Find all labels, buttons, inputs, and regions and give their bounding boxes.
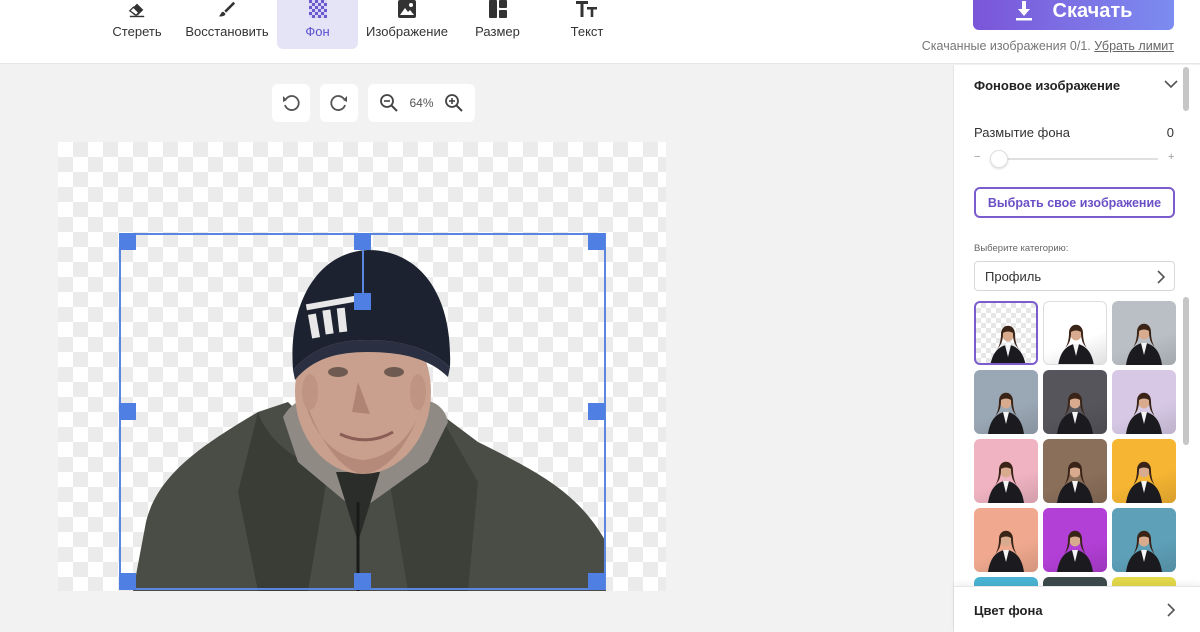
tool-restore[interactable]: Восстановить [184, 0, 270, 49]
layout-icon [488, 0, 507, 18]
tool-label: Текст [570, 24, 604, 39]
person-silhouette [1126, 461, 1162, 503]
background-thumbnail[interactable] [974, 301, 1038, 365]
blur-label: Размытие фона [974, 125, 1070, 140]
resize-handle-bottom-left[interactable] [119, 573, 136, 590]
bg-color-title: Цвет фона [974, 603, 1043, 618]
background-thumbnail[interactable] [1112, 439, 1176, 503]
resize-handle-right[interactable] [588, 403, 605, 420]
blur-value: 0 [1166, 125, 1174, 140]
category-value: Профиль [985, 268, 1042, 284]
background-thumbnail[interactable] [1043, 577, 1107, 586]
zoom-in-icon[interactable] [444, 93, 464, 113]
chevron-down-icon[interactable] [1164, 79, 1178, 89]
background-thumbnail[interactable] [1112, 577, 1176, 586]
top-toolbar: Стереть Восстановить Фон Изображение Раз… [0, 0, 1200, 64]
tool-size[interactable]: Размер [470, 0, 525, 49]
zoom-level: 64% [409, 96, 434, 110]
background-thumbnail[interactable] [974, 577, 1038, 586]
choose-own-image-button[interactable]: Выбрать свое изображение [974, 187, 1175, 218]
undo-button[interactable] [272, 84, 310, 122]
background-thumbnail[interactable] [1043, 301, 1107, 365]
person-silhouette [988, 392, 1024, 434]
chevron-right-icon [1167, 603, 1176, 617]
tool-label: Размер [475, 24, 520, 39]
person-silhouette [1057, 530, 1093, 572]
bg-image-section-title[interactable]: Фоновое изображение [974, 78, 1120, 93]
resize-handle-top-left[interactable] [119, 233, 136, 250]
slider-track[interactable] [990, 158, 1158, 160]
chevron-right-icon [1157, 270, 1166, 284]
resize-handle-top[interactable] [354, 233, 371, 250]
tool-label: Фон [305, 24, 330, 39]
tool-erase[interactable]: Стереть [108, 0, 166, 49]
tool-label: Восстановить [185, 24, 269, 39]
person-silhouette [988, 530, 1024, 572]
person-silhouette [974, 577, 1038, 586]
person-silhouette [1057, 392, 1093, 434]
download-icon [1015, 1, 1032, 21]
rotate-handle[interactable] [354, 293, 371, 310]
person-silhouette [1043, 577, 1107, 586]
checkerboard-icon [308, 0, 327, 18]
resize-handle-bottom[interactable] [354, 573, 371, 590]
blur-slider[interactable]: − + [974, 149, 1174, 169]
tool-background[interactable]: Фон [277, 0, 358, 49]
zoom-out-icon[interactable] [379, 93, 399, 113]
person-silhouette [1058, 324, 1094, 364]
download-button[interactable]: Скачать [973, 0, 1174, 30]
download-limit: Скачанные изображения 0/1. Убрать лимит [922, 39, 1174, 53]
panel-scrollbar[interactable] [1183, 67, 1189, 111]
undo-icon [283, 95, 300, 111]
resize-handle-top-right[interactable] [588, 233, 605, 250]
eraser-icon [128, 3, 145, 18]
thumbnail-scrollbar[interactable] [1183, 297, 1189, 445]
remove-limit-link[interactable]: Убрать лимит [1094, 39, 1174, 53]
background-thumbnail[interactable] [1112, 301, 1176, 365]
zoom-control: 64% [368, 84, 475, 122]
person-silhouette [1057, 461, 1093, 503]
text-icon [576, 1, 597, 17]
background-thumbnail[interactable] [974, 439, 1038, 503]
tool-image[interactable]: Изображение [365, 0, 449, 49]
bg-color-section[interactable]: Цвет фона [954, 586, 1200, 632]
tool-label: Стереть [112, 24, 162, 39]
image-icon [398, 0, 416, 18]
redo-icon [330, 95, 347, 111]
category-label: Выберите категорию: [974, 243, 1069, 254]
tool-label: Изображение [366, 24, 448, 39]
person-silhouette [1126, 323, 1162, 365]
tool-text[interactable]: Текст [562, 0, 612, 49]
category-select[interactable]: Профиль [974, 261, 1175, 291]
background-panel: Фоновое изображение Размытие фона 0 − + … [953, 65, 1200, 632]
redo-button[interactable] [320, 84, 358, 122]
background-thumbnail[interactable] [974, 508, 1038, 572]
slider-plus[interactable]: + [1168, 151, 1174, 163]
brush-icon [218, 1, 236, 17]
download-label: Скачать [1052, 0, 1133, 22]
slider-minus[interactable]: − [974, 151, 980, 163]
background-thumbnail[interactable] [1043, 439, 1107, 503]
person-silhouette [990, 325, 1026, 363]
background-thumbnail[interactable] [1112, 370, 1176, 434]
background-thumbnail[interactable] [1112, 508, 1176, 572]
resize-handle-left[interactable] [119, 403, 136, 420]
person-silhouette [1112, 577, 1176, 586]
background-thumbnail[interactable] [1043, 370, 1107, 434]
slider-thumb[interactable] [990, 150, 1008, 168]
person-silhouette [1126, 392, 1162, 434]
background-thumbnail[interactable] [1043, 508, 1107, 572]
person-silhouette [988, 461, 1024, 503]
resize-handle-bottom-right[interactable] [588, 573, 605, 590]
person-silhouette [1126, 530, 1162, 572]
background-thumbnail[interactable] [974, 370, 1038, 434]
background-thumbnail-grid [973, 300, 1179, 586]
limit-text: Скачанные изображения 0/1. [921, 39, 1091, 53]
